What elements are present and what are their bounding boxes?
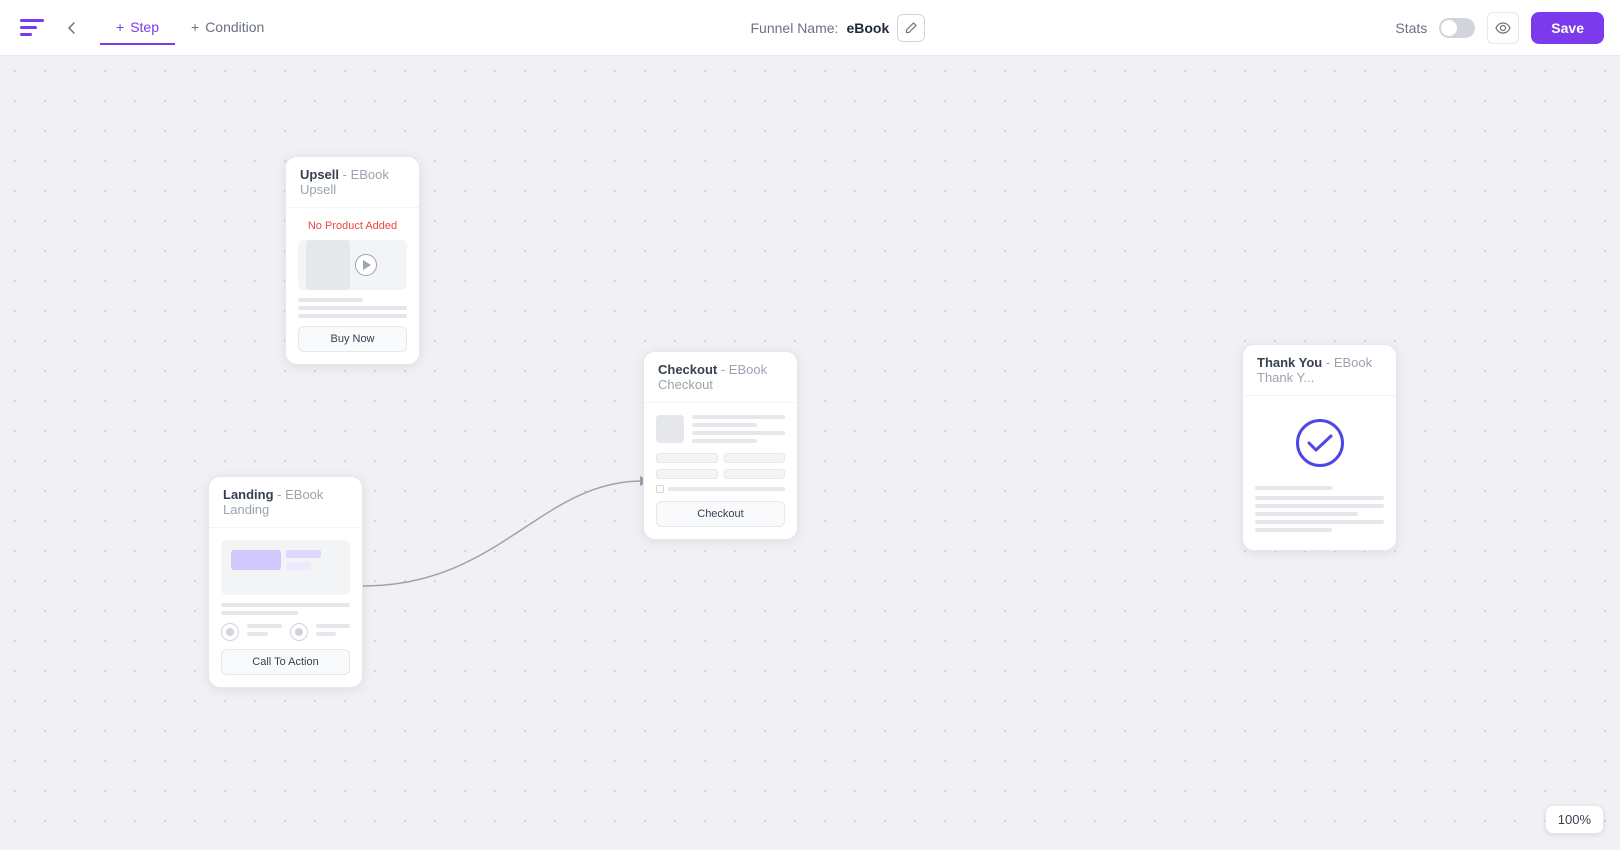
hero-element-1 — [231, 550, 281, 570]
call-to-action-button[interactable]: Call To Action — [221, 649, 350, 675]
tab-condition[interactable]: + Condition — [175, 11, 280, 45]
landing-card-body: Call To Action — [209, 528, 362, 687]
thankyou-card[interactable]: Thank You - EBook Thank Y... — [1242, 344, 1397, 551]
upsell-card-body: No Product Added Buy Now — [286, 208, 419, 364]
cta-icon-inner-left — [226, 628, 234, 636]
app-logo — [16, 12, 48, 44]
checkbox-box — [656, 485, 664, 493]
thankyou-card-header: Thank You - EBook Thank Y... — [1243, 345, 1396, 396]
checkout-button[interactable]: Checkout — [656, 501, 785, 527]
cta-rline-1 — [316, 624, 351, 628]
form-checkbox — [656, 485, 785, 493]
thankyou-desc-lines — [1255, 496, 1384, 532]
upsell-card[interactable]: Upsell - EBook Upsell No Product Added B… — [285, 156, 420, 365]
tab-step[interactable]: + Step — [100, 11, 175, 45]
form-field-4 — [724, 469, 786, 479]
stats-toggle[interactable] — [1439, 18, 1475, 38]
upsell-card-header: Upsell - EBook Upsell — [286, 157, 419, 208]
cta-text-lines — [247, 624, 282, 640]
checkout-form-preview — [656, 415, 785, 447]
tab-step-plus: + — [116, 19, 124, 35]
save-button[interactable]: Save — [1531, 12, 1604, 44]
form-field-1 — [656, 453, 718, 463]
form-field-2 — [724, 453, 786, 463]
checkout-card-body: Checkout — [644, 403, 797, 539]
thankyou-card-body — [1243, 396, 1396, 550]
form-line-2 — [692, 423, 757, 427]
landing-line-1 — [221, 603, 350, 607]
edit-funnel-name-button[interactable] — [897, 14, 925, 42]
tab-step-label: Step — [130, 19, 159, 35]
funnel-name-section: Funnel Name: eBook — [288, 14, 1387, 42]
thankyou-type: Thank You — [1257, 355, 1322, 370]
form-line-4 — [692, 439, 757, 443]
ty-line-2 — [1255, 496, 1384, 500]
toggle-track[interactable] — [1439, 18, 1475, 38]
text-line-3 — [298, 314, 407, 318]
video-thumb — [306, 240, 350, 290]
thankyou-icon-area — [1255, 408, 1384, 478]
zoom-indicator: 100% — [1545, 805, 1604, 834]
cta-line-2 — [247, 632, 268, 636]
landing-line-2 — [221, 611, 298, 615]
cta-icon-inner-right — [295, 628, 303, 636]
app-header: + Step + Condition Funnel Name: eBook St… — [0, 0, 1620, 56]
tab-condition-plus: + — [191, 19, 199, 35]
upsell-type: Upsell — [300, 167, 339, 182]
header-right: Stats Save — [1395, 12, 1604, 44]
header-tabs: + Step + Condition — [100, 11, 280, 45]
ty-line-4 — [1255, 512, 1358, 516]
back-button[interactable] — [56, 12, 88, 44]
form-avatar — [656, 415, 684, 443]
landing-card-header: Landing - EBook Landing — [209, 477, 362, 528]
checkbox-line — [668, 487, 785, 491]
funnel-name-value: eBook — [846, 20, 889, 36]
landing-text-lines — [221, 603, 350, 615]
funnel-canvas[interactable]: Upsell - EBook Upsell No Product Added B… — [0, 56, 1620, 850]
ty-line-6 — [1255, 528, 1332, 532]
hero-element-2 — [286, 550, 321, 558]
form-field-3 — [656, 469, 718, 479]
upsell-text-lines — [298, 298, 407, 318]
thankyou-text-lines — [1255, 486, 1384, 490]
cta-area — [221, 623, 350, 641]
stats-label: Stats — [1395, 20, 1427, 36]
logo-line-3 — [20, 33, 32, 36]
upsell-video-placeholder — [298, 240, 407, 290]
cta-text-lines-right — [316, 624, 351, 640]
tab-condition-label: Condition — [205, 19, 264, 35]
play-triangle — [363, 260, 371, 270]
checkout-type: Checkout — [658, 362, 717, 377]
cta-icon-left — [221, 623, 239, 641]
play-icon — [355, 254, 377, 276]
cta-rline-2 — [316, 632, 337, 636]
ty-line-1 — [1255, 486, 1332, 490]
preview-button[interactable] — [1487, 12, 1519, 44]
no-product-text: No Product Added — [298, 220, 407, 232]
ty-line-3 — [1255, 504, 1384, 508]
cta-line-1 — [247, 624, 282, 628]
form-row-2 — [656, 469, 785, 479]
logo-line-2 — [20, 26, 37, 29]
landing-card[interactable]: Landing - EBook Landing — [208, 476, 363, 688]
form-line-1 — [692, 415, 785, 419]
checkout-card[interactable]: Checkout - EBook Checkout — [643, 351, 798, 540]
cta-icon-right — [290, 623, 308, 641]
hero-element-3 — [286, 562, 311, 570]
checkout-card-header: Checkout - EBook Checkout — [644, 352, 797, 403]
text-line-1 — [298, 298, 363, 302]
form-lines — [692, 415, 785, 447]
form-line-3 — [692, 431, 785, 435]
landing-type: Landing — [223, 487, 274, 502]
zoom-level: 100% — [1558, 812, 1591, 827]
check-circle-icon — [1296, 419, 1344, 467]
toggle-knob — [1441, 20, 1457, 36]
funnel-label: Funnel Name: — [751, 20, 839, 36]
form-row-1 — [656, 453, 785, 463]
text-line-2 — [298, 306, 407, 310]
landing-hero-image — [221, 540, 350, 595]
buy-now-button[interactable]: Buy Now — [298, 326, 407, 352]
ty-line-5 — [1255, 520, 1384, 524]
logo-line-1 — [20, 19, 44, 22]
